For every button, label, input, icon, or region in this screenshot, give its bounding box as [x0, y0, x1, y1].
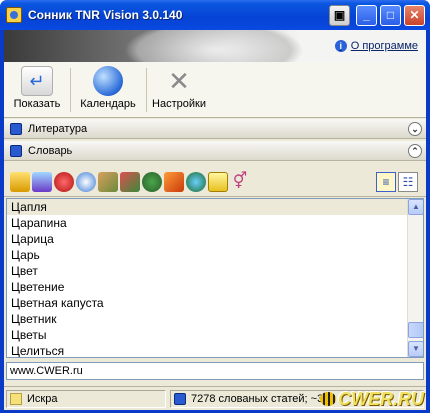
list-item[interactable]: Целиться	[7, 343, 423, 357]
list-item[interactable]: Цвет	[7, 263, 423, 279]
watermark: CWER.RU	[320, 387, 424, 411]
screen-button[interactable]: ▣	[329, 5, 350, 26]
list-item[interactable]: Цапля	[7, 199, 423, 215]
list-item[interactable]: Цветная капуста	[7, 295, 423, 311]
list-scrollbar[interactable]: ▲ ▼	[407, 199, 423, 357]
atom-icon[interactable]	[76, 172, 96, 192]
chevron-down-icon[interactable]: ⌄	[408, 122, 422, 136]
section-dictionary-label: Словарь	[28, 144, 73, 157]
close-button[interactable]: ✕	[404, 5, 425, 26]
list-item[interactable]: Царапина	[7, 215, 423, 231]
category-toolbar: ⚥ ≡ ☷	[4, 168, 426, 197]
dragon-icon[interactable]	[164, 172, 184, 192]
window-title: Сонник TNR Vision 3.0.140	[28, 8, 183, 22]
scroll-down-icon[interactable]: ▼	[408, 341, 423, 357]
client-area: i О программе Показать Календарь Настрой…	[4, 30, 426, 410]
book-icon	[10, 144, 22, 157]
settings-button[interactable]: Настройки	[148, 66, 210, 114]
view-details-button[interactable]: ☷	[398, 172, 418, 192]
status-pane-left: Искра	[6, 390, 166, 408]
maximize-button[interactable]: □	[380, 5, 401, 26]
about-link-label: О программе	[350, 40, 418, 52]
toolbar-separator	[70, 68, 71, 112]
url-field[interactable]: www.CWER.ru	[6, 362, 424, 380]
show-button-label: Показать	[13, 98, 61, 110]
info-icon: i	[334, 40, 347, 52]
main-toolbar: Показать Календарь Настройки	[4, 62, 426, 118]
minimize-button[interactable]: _	[356, 5, 377, 26]
enter-icon	[21, 66, 53, 96]
status-right-text: 7278 слованых статей; ~3	[191, 393, 324, 405]
section-dictionary[interactable]: Словарь ⌃	[4, 141, 426, 161]
view-list-button[interactable]: ≡	[376, 172, 396, 192]
title-bar[interactable]: Сонник TNR Vision 3.0.140 ▣ _ □ ✕	[0, 0, 430, 30]
toolbar-separator	[146, 68, 147, 112]
word-list[interactable]: Цапля Царапина Царица Царь Цвет Цветение Цветн…	[6, 198, 424, 358]
tools-icon	[163, 66, 195, 96]
section-literature[interactable]: Литература ⌄	[4, 119, 426, 139]
sun-star-icon[interactable]	[10, 172, 30, 192]
show-button[interactable]: Показать	[8, 66, 66, 114]
tools-icon[interactable]	[98, 172, 118, 192]
settings-button-label: Настройки	[152, 98, 206, 110]
strawberry-icon[interactable]	[54, 172, 74, 192]
list-item[interactable]: Цветение	[7, 279, 423, 295]
calendar-button-label: Календарь	[80, 98, 136, 110]
note-icon	[10, 393, 22, 405]
banner: i О программе	[4, 30, 426, 62]
banner-image	[124, 30, 304, 62]
list-item[interactable]: Царь	[7, 247, 423, 263]
about-link[interactable]: i О программе	[334, 40, 418, 52]
chevron-up-icon[interactable]: ⌃	[408, 144, 422, 158]
gender-icon[interactable]: ⚥	[230, 172, 250, 192]
mask-icon[interactable]	[32, 172, 52, 192]
status-left-text: Искра	[27, 393, 58, 405]
section-literature-label: Литература	[28, 122, 88, 135]
globe-icon[interactable]	[186, 172, 206, 192]
app-icon	[6, 7, 22, 23]
globe-clock-icon	[93, 66, 123, 96]
scroll-up-icon[interactable]: ▲	[408, 199, 423, 215]
list-item[interactable]: Цветы	[7, 327, 423, 343]
list-item[interactable]: Царица	[7, 231, 423, 247]
tree-icon[interactable]	[142, 172, 162, 192]
status-bar: Искра 7278 слованых статей; ~3 CWER.RU	[4, 386, 426, 410]
watermark-text: CWER.RU	[338, 388, 424, 409]
scroll-thumb[interactable]	[408, 322, 423, 338]
list-item[interactable]: Цветник	[7, 311, 423, 327]
app-window: Сонник TNR Vision 3.0.140 ▣ _ □ ✕ i О пр…	[0, 0, 430, 413]
book-icon	[174, 393, 186, 405]
chat-icon[interactable]	[208, 172, 228, 192]
book-icon	[10, 122, 22, 135]
bee-icon	[320, 392, 336, 406]
calendar-button[interactable]: Календарь	[74, 66, 142, 114]
book-icon[interactable]	[120, 172, 140, 192]
